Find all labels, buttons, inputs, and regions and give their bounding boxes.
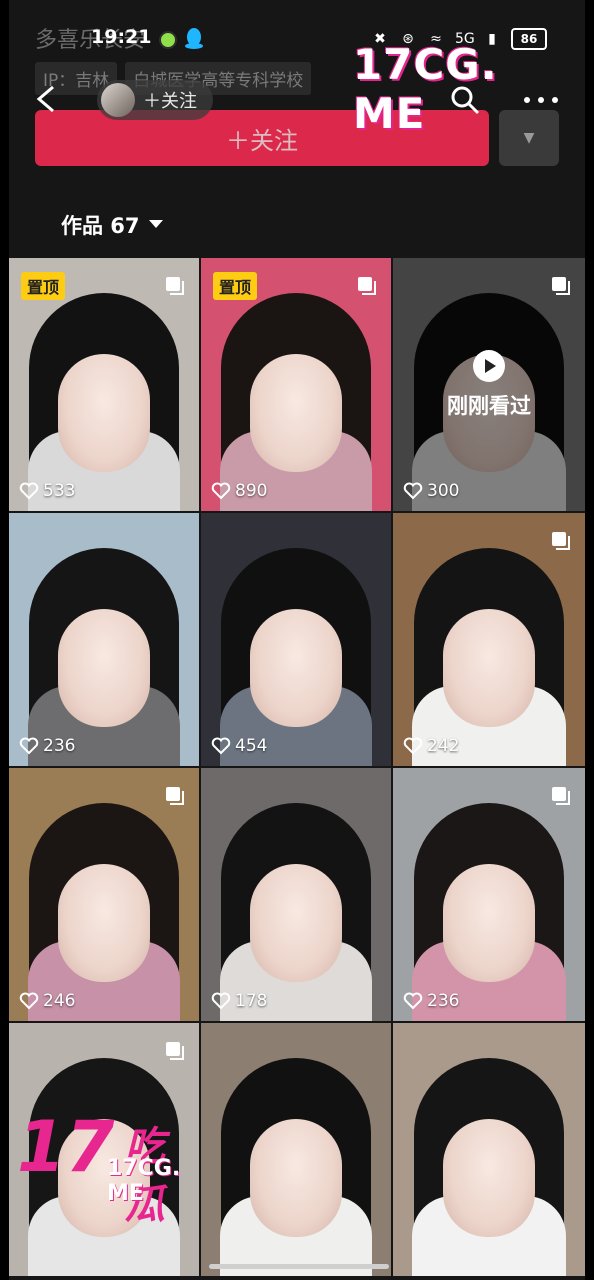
- multi-image-icon: [552, 787, 570, 805]
- thumbnail-face: [58, 864, 150, 983]
- video-tile[interactable]: 236: [393, 768, 585, 1021]
- like-count-value: 236: [43, 736, 76, 756]
- like-count-value: 246: [43, 991, 76, 1011]
- thumbnail-face: [58, 354, 150, 473]
- caret-down-icon[interactable]: [149, 220, 163, 228]
- like-count-value: 178: [235, 991, 268, 1011]
- avatar: [101, 83, 135, 117]
- multi-image-icon: [166, 1042, 184, 1060]
- like-count: 246: [19, 991, 75, 1011]
- thumbnail-face: [443, 609, 535, 728]
- profile-screen: 多喜乐长安 IP：吉林 白城医学高等专科学校 ＋关注 ▼ 19:21 ✖ ⊛ ≈…: [9, 0, 585, 1280]
- thumbnail-face: [250, 864, 342, 983]
- pinned-badge: 置顶: [213, 272, 258, 300]
- video-tile[interactable]: [201, 1023, 391, 1276]
- qq-icon: [185, 28, 203, 49]
- like-count: 236: [403, 991, 459, 1011]
- video-tile[interactable]: 246: [9, 768, 199, 1021]
- multi-image-icon: [358, 277, 376, 295]
- heart-icon: [403, 737, 423, 755]
- watched-label: 刚刚看过: [447, 394, 531, 418]
- multi-image-icon: [552, 532, 570, 550]
- video-tile[interactable]: [393, 1023, 585, 1276]
- thumbnail-face: [443, 1119, 535, 1238]
- follow-pill-button[interactable]: ＋关注: [97, 80, 213, 120]
- status-time: 19:21: [91, 26, 152, 48]
- home-indicator[interactable]: [209, 1264, 389, 1269]
- like-count: 533: [19, 481, 75, 501]
- thumbnail-face: [250, 1119, 342, 1238]
- like-count-value: 236: [427, 991, 460, 1011]
- thumbnail-face: [250, 354, 342, 473]
- video-tile[interactable]: 242: [393, 513, 585, 766]
- heart-icon: [19, 992, 39, 1010]
- works-tab-bar: 作品 67: [9, 196, 585, 256]
- watermark-top: 17CG. ME: [353, 40, 498, 138]
- like-count: 236: [19, 736, 75, 756]
- tab-works[interactable]: 作品 67: [61, 210, 140, 240]
- heart-icon: [211, 992, 231, 1010]
- follow-pill-label: ＋关注: [143, 91, 197, 112]
- thumbnail-face: [443, 864, 535, 983]
- like-count: 890: [211, 481, 267, 501]
- watermark-number: 17: [17, 1106, 115, 1188]
- heart-icon: [211, 737, 231, 755]
- video-tile[interactable]: 454: [201, 513, 391, 766]
- heart-icon: [403, 992, 423, 1010]
- like-count-value: 242: [427, 736, 460, 756]
- like-count: 178: [211, 991, 267, 1011]
- like-count: 242: [403, 736, 459, 756]
- video-tile[interactable]: 178: [201, 768, 391, 1021]
- heart-icon: [211, 482, 231, 500]
- watched-indicator: 刚刚看过: [393, 350, 585, 420]
- video-tile[interactable]: 置顶 533: [9, 258, 199, 511]
- play-icon: [473, 350, 505, 382]
- back-arrow-icon[interactable]: [33, 84, 61, 114]
- like-count-value: 454: [235, 736, 268, 756]
- like-count-value: 300: [427, 481, 460, 501]
- video-tile[interactable]: 刚刚看过 300: [393, 258, 585, 511]
- watermark-url: 17CG. ME: [107, 1156, 181, 1206]
- multi-image-icon: [166, 277, 184, 295]
- thumbnail-face: [58, 609, 150, 728]
- thumbnail-face: [250, 609, 342, 728]
- like-count: 454: [211, 736, 267, 756]
- heart-icon: [19, 482, 39, 500]
- pinned-badge: 置顶: [21, 272, 66, 300]
- like-count-value: 533: [43, 481, 76, 501]
- like-count: 300: [403, 481, 459, 501]
- like-count-value: 890: [235, 481, 268, 501]
- multi-image-icon: [166, 787, 184, 805]
- app-indicator-icon: [159, 31, 177, 49]
- heart-icon: [403, 482, 423, 500]
- multi-image-icon: [552, 277, 570, 295]
- heart-icon: [19, 737, 39, 755]
- video-tile[interactable]: 236: [9, 513, 199, 766]
- watermark-bottom: 17 吃瓜 17CG. ME: [17, 1106, 180, 1228]
- video-tile[interactable]: 置顶 890: [201, 258, 391, 511]
